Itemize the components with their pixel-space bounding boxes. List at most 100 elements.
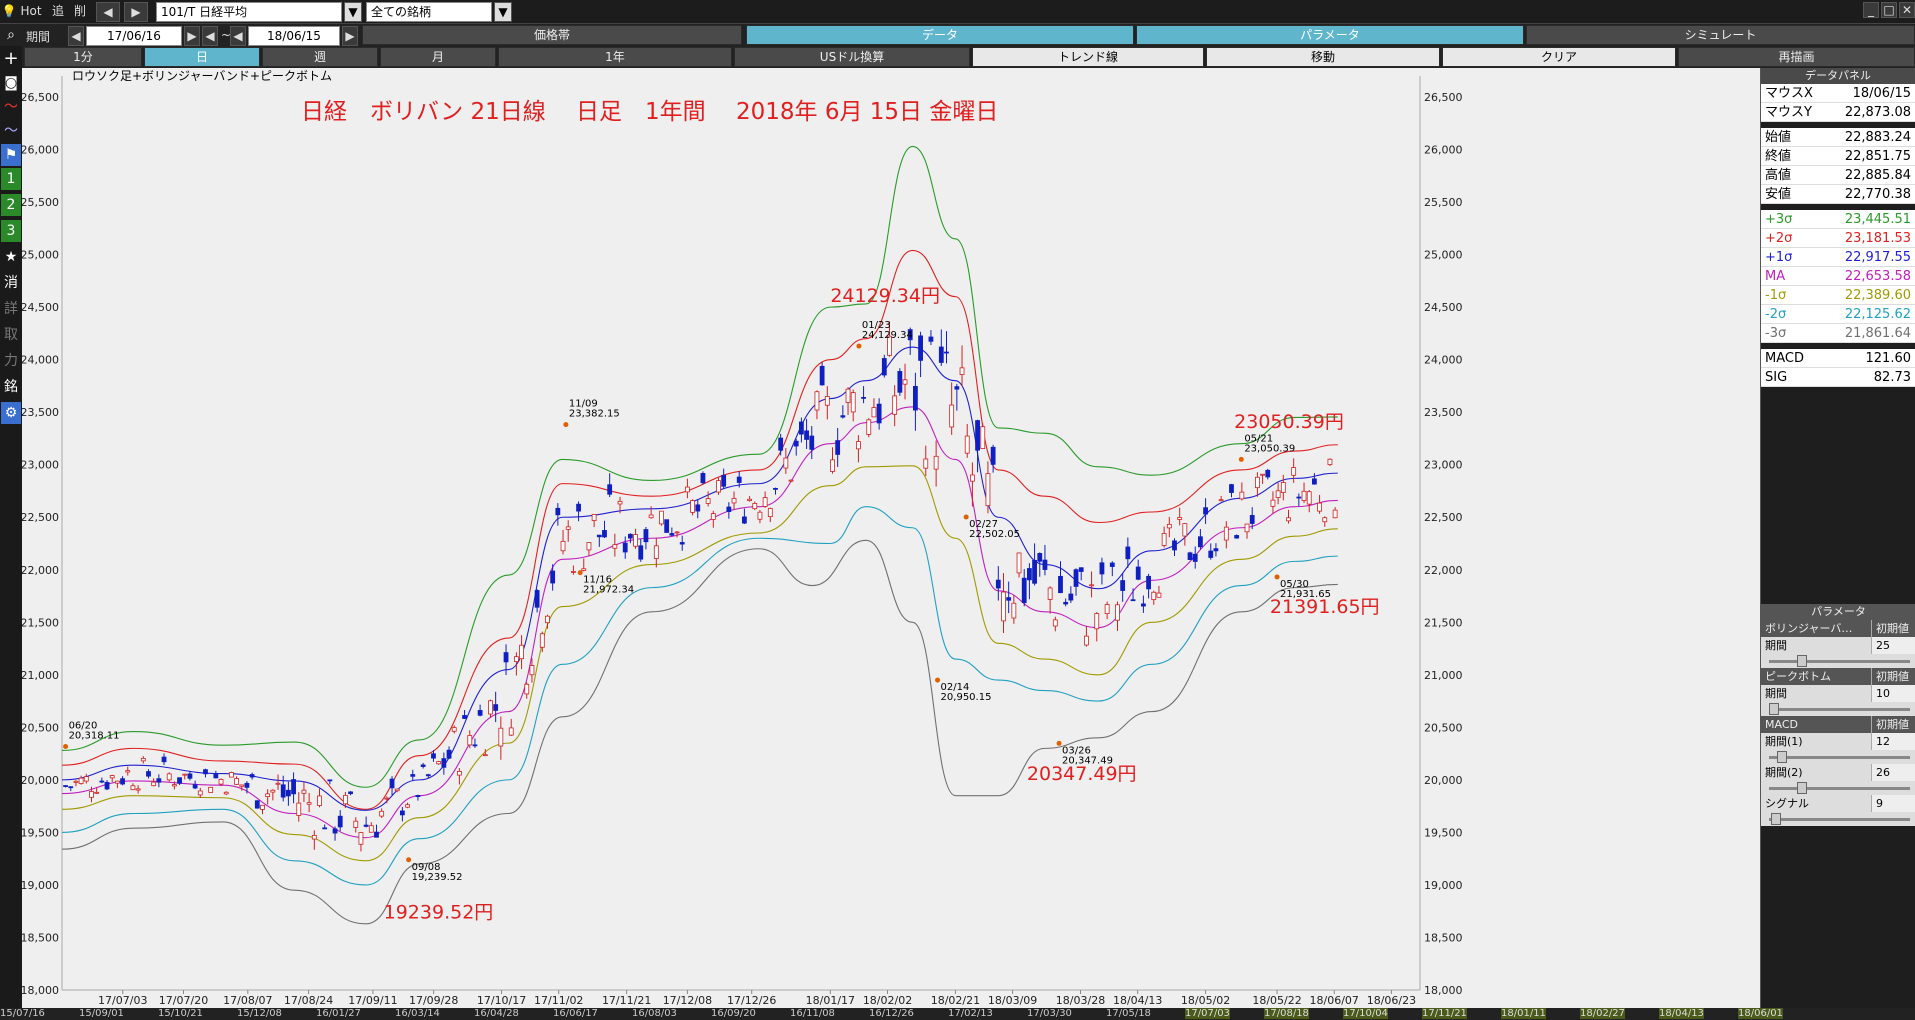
prev-arrow-icon[interactable]: ◀ <box>96 2 120 22</box>
pb-period-value[interactable]: 10 <box>1871 685 1915 702</box>
period-from-next-icon[interactable]: ▶ <box>184 26 200 46</box>
tab-price-band[interactable]: 価格帯 <box>362 25 742 45</box>
macd-sig-value[interactable]: 9 <box>1871 795 1915 812</box>
two-icon[interactable]: 2 <box>1 194 21 216</box>
hot-button[interactable]: Hot <box>18 2 44 22</box>
next-arrow-icon[interactable]: ▶ <box>124 2 148 22</box>
candle-body <box>78 777 84 784</box>
period-to-prev-icon[interactable]: ◀ <box>202 26 218 46</box>
timeline-label: 17/02/13 <box>948 1008 993 1019</box>
trade-icon[interactable]: 取 <box>1 324 21 346</box>
candle-body <box>1203 507 1208 515</box>
peak-value: 22,502.05 <box>969 529 1020 540</box>
erase-icon[interactable]: 消 <box>1 272 21 294</box>
macd-p2-value[interactable]: 26 <box>1871 764 1915 781</box>
peak-marker <box>963 514 969 520</box>
detail-icon[interactable]: 詳 <box>1 298 21 320</box>
tab-simulate[interactable]: シミュレート <box>1526 25 1915 45</box>
period-to-prev2-icon[interactable]: ◀ <box>230 26 246 46</box>
camera-icon[interactable]: ◙ <box>1 72 21 94</box>
candle-body <box>1260 473 1265 476</box>
y-tick-label: 22,000 <box>1424 564 1463 577</box>
candle-body <box>1270 499 1276 507</box>
bulb-icon[interactable]: 💡 <box>0 2 18 22</box>
candle-body <box>472 744 478 747</box>
macd-head: MACD <box>1765 718 1798 731</box>
add-button[interactable]: 追 <box>48 2 68 22</box>
bb-reset-button[interactable]: 初期値 <box>1871 620 1915 637</box>
candle-body <box>814 391 820 411</box>
period-from-field[interactable]: 17/06/16 <box>86 26 182 46</box>
input-icon[interactable]: 力 <box>1 350 21 372</box>
candle-body <box>1104 604 1110 615</box>
settings-icon[interactable]: ⚙ <box>1 402 21 424</box>
macd-sig-knob[interactable] <box>1771 813 1781 825</box>
tab-move[interactable]: 移動 <box>1206 47 1440 67</box>
candle-body <box>617 500 623 505</box>
pb-slider[interactable] <box>1761 702 1915 716</box>
pb-slider-knob[interactable] <box>1769 703 1779 715</box>
tab-data[interactable]: データ <box>746 25 1134 45</box>
minimize-icon[interactable]: _ <box>1863 2 1879 18</box>
macd-p2-slider[interactable] <box>1761 781 1915 795</box>
tab-day[interactable]: 日 <box>144 47 260 67</box>
symbol-field[interactable]: 101/T 日経平均 <box>156 2 342 22</box>
close-icon[interactable]: ✕ <box>1899 2 1915 18</box>
macd-p1-value[interactable]: 12 <box>1871 733 1915 750</box>
filter-dropdown-icon[interactable]: ▼ <box>494 2 512 22</box>
candle-body <box>306 802 312 805</box>
one-icon[interactable]: 1 <box>1 168 21 190</box>
candle-body <box>985 473 991 507</box>
price-chart[interactable]: 06/2020,318.1109/0819,239.5211/0923,382.… <box>22 68 1760 1008</box>
candle-body <box>830 459 835 472</box>
tab-parameters[interactable]: パラメータ <box>1136 25 1524 45</box>
data-row-value: 22,873.08 <box>1844 105 1911 120</box>
tab-trendline[interactable]: トレンド線 <box>972 47 1204 67</box>
candle-body <box>1208 550 1214 558</box>
period-prev-icon[interactable]: ◀ <box>68 26 84 46</box>
tab-1year[interactable]: 1年 <box>498 47 732 67</box>
macd-p1-knob[interactable] <box>1777 751 1787 763</box>
crosshair-icon[interactable]: + <box>1 48 21 70</box>
macd-p1-slider[interactable] <box>1761 750 1915 764</box>
candle-body <box>285 789 291 797</box>
candle-body <box>581 568 587 571</box>
candle-body <box>1265 469 1271 478</box>
period-to-field[interactable]: 18/06/15 <box>248 26 340 46</box>
symbol-dropdown-icon[interactable]: ▼ <box>344 2 362 22</box>
macd-sig-slider[interactable] <box>1761 812 1915 826</box>
candle-body <box>928 336 934 342</box>
line-chart-icon[interactable]: 〜 <box>1 96 21 118</box>
candle-body <box>208 786 214 793</box>
maximize-icon[interactable]: □ <box>1881 2 1897 18</box>
three-icon[interactable]: 3 <box>1 220 21 242</box>
macd-p2-knob[interactable] <box>1797 782 1807 794</box>
tab-usd[interactable]: USドル換算 <box>734 47 970 67</box>
star-icon[interactable]: ★ <box>1 246 21 268</box>
bb-period-value[interactable]: 25 <box>1871 637 1915 654</box>
tab-redraw[interactable]: 再描画 <box>1678 47 1915 67</box>
chart-area[interactable]: 06/20 20,318.11 09/08 19,239.52 11/09 23,382.… <box>22 68 1760 1020</box>
tab-week[interactable]: 週 <box>262 47 378 67</box>
tab-month[interactable]: 月 <box>380 47 496 67</box>
area-chart-icon[interactable]: 〜 <box>1 120 21 142</box>
filter-field[interactable]: 全ての銘柄 <box>366 2 492 22</box>
pb-reset-button[interactable]: 初期値 <box>1871 668 1915 685</box>
candle-body <box>135 788 141 791</box>
timeline-bar[interactable]: 15/07/16 15/09/01 15/10/21 15/12/08 16/01/27… <box>0 1008 1915 1020</box>
tab-1min[interactable]: 1分 <box>24 47 142 67</box>
macd-reset-button[interactable]: 初期値 <box>1871 716 1915 733</box>
stock-icon[interactable]: 銘 <box>1 376 21 398</box>
flag-icon[interactable]: ⚑ <box>1 144 21 166</box>
delete-button[interactable]: 削 <box>70 2 90 22</box>
candle-body <box>835 440 841 455</box>
bb-slider[interactable] <box>1761 654 1915 668</box>
tab-clear[interactable]: クリア <box>1442 47 1676 67</box>
candle-body <box>912 385 918 411</box>
bb-slider-knob[interactable] <box>1797 655 1807 667</box>
candle-body <box>669 533 675 536</box>
candle-body <box>840 415 846 418</box>
search-icon[interactable]: ⌕ <box>1 24 21 46</box>
period-to-next-icon[interactable]: ▶ <box>342 26 358 46</box>
candle-body <box>342 795 348 805</box>
